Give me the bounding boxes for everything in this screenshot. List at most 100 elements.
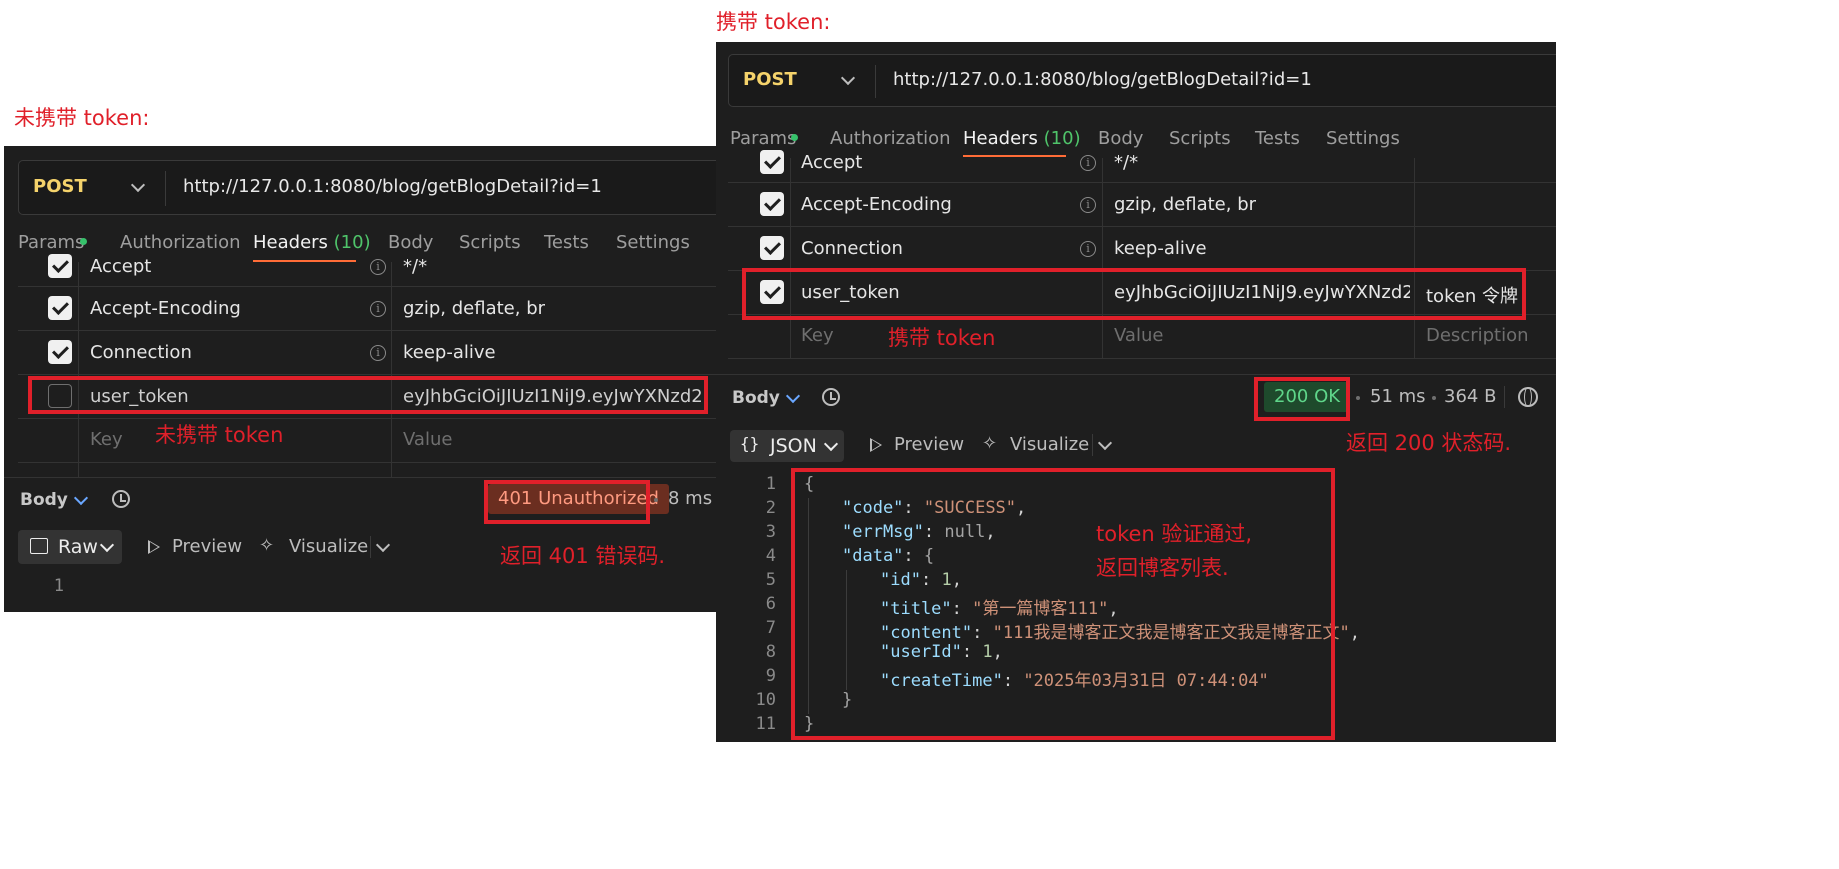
braces-icon: {}	[740, 434, 760, 453]
format-select[interactable]: Raw	[18, 530, 122, 564]
preview-button[interactable]: Preview	[894, 434, 964, 455]
col-divider	[1102, 158, 1103, 358]
json-errmsg: null	[944, 522, 986, 542]
key-placeholder[interactable]: Key	[801, 325, 834, 346]
annotation-401: 返回 401 错误码.	[500, 544, 666, 568]
header-key[interactable]: Accept-Encoding	[801, 194, 952, 215]
value-placeholder[interactable]: Value	[1114, 325, 1163, 346]
divider	[165, 171, 166, 206]
json-title: "第一篇博客111"	[972, 599, 1109, 619]
json-id: 1	[941, 570, 952, 590]
checkbox-checked-icon[interactable]	[48, 340, 72, 364]
header-key[interactable]: Accept	[90, 256, 151, 277]
description-placeholder[interactable]: Description	[1426, 325, 1529, 346]
json-line: "createTime": "2025年03月31日 07:44:04"	[880, 671, 1269, 691]
chevron-down-icon[interactable]	[840, 70, 856, 86]
checkbox-checked-icon[interactable]	[48, 254, 72, 278]
params-active-dot	[80, 238, 87, 245]
response-body-label[interactable]: Body	[20, 490, 68, 510]
header-key[interactable]: user_token	[801, 282, 900, 303]
row-divider	[18, 418, 717, 419]
checkbox-checked-icon[interactable]	[48, 296, 72, 320]
right-url-input[interactable]: http://127.0.0.1:8080/blog/getBlogDetail…	[893, 69, 1312, 90]
annotation-no-token: 未携带 token	[155, 423, 284, 447]
header-value[interactable]: keep-alive	[1114, 238, 1207, 259]
header-value[interactable]: */*	[403, 256, 427, 277]
visualize-button[interactable]: Visualize	[289, 536, 368, 557]
row-divider	[728, 182, 1556, 183]
line-number: 11	[755, 714, 776, 734]
tab-authorization[interactable]: Authorization	[120, 232, 241, 253]
section-divider	[4, 477, 717, 478]
header-description[interactable]: token 令牌	[1426, 282, 1518, 308]
info-icon[interactable]: i	[370, 345, 386, 361]
right-url-bar: POST http://127.0.0.1:8080/blog/getBlogD…	[728, 54, 1556, 107]
checkbox-checked-icon[interactable]	[760, 150, 784, 174]
header-value[interactable]: keep-alive	[403, 342, 496, 363]
response-body-label[interactable]: Body	[732, 388, 780, 408]
header-value[interactable]: eyJhbGciOiJIUzI1NiJ9.eyJwYXNzd29...	[1114, 282, 1410, 303]
tab-scripts[interactable]: Scripts	[459, 232, 521, 253]
tab-params[interactable]: Params	[18, 232, 84, 253]
checkbox-checked-icon[interactable]	[760, 236, 784, 260]
response-time: 51 ms	[1370, 386, 1426, 407]
tab-headers[interactable]: Headers (10)	[253, 232, 371, 253]
col-divider	[1414, 158, 1415, 358]
tab-body[interactable]: Body	[388, 232, 433, 253]
chevron-down-icon	[99, 537, 115, 553]
json-line: "content": "111我是博客正文我是博客正文我是博客正文",	[880, 623, 1361, 643]
left-url-input[interactable]: http://127.0.0.1:8080/blog/getBlogDetail…	[183, 176, 602, 197]
tab-settings[interactable]: Settings	[1326, 128, 1400, 149]
chevron-down-icon[interactable]	[785, 388, 801, 404]
row-divider	[18, 462, 717, 463]
right-method-select[interactable]: POST	[743, 69, 797, 90]
tab-params[interactable]: Params	[730, 128, 796, 149]
sparkle-icon: ✧	[259, 535, 275, 556]
json-line: "id": 1,	[880, 570, 962, 590]
header-value[interactable]: eyJhbGciOiJIUzI1NiJ9.eyJwYXNzd29...	[403, 386, 703, 407]
preview-button[interactable]: Preview	[172, 536, 242, 557]
header-key[interactable]: Connection	[801, 238, 903, 259]
col-divider	[391, 262, 392, 478]
info-icon[interactable]: i	[370, 301, 386, 317]
header-key[interactable]: Accept	[801, 152, 862, 173]
checkbox-unchecked-icon[interactable]	[48, 384, 72, 408]
row-divider	[18, 330, 717, 331]
chevron-down-icon[interactable]	[1097, 435, 1113, 451]
key-placeholder[interactable]: Key	[90, 429, 123, 450]
info-icon[interactable]: i	[1080, 197, 1096, 213]
checkbox-checked-icon[interactable]	[760, 280, 784, 304]
tab-tests[interactable]: Tests	[544, 232, 589, 253]
format-select[interactable]: {} JSON	[730, 430, 844, 462]
tab-tests[interactable]: Tests	[1255, 128, 1300, 149]
tab-body[interactable]: Body	[1098, 128, 1143, 149]
history-icon[interactable]	[822, 388, 840, 406]
checkbox-checked-icon[interactable]	[760, 192, 784, 216]
row-divider	[18, 374, 717, 375]
chevron-down-icon[interactable]	[73, 490, 89, 506]
divider	[875, 65, 876, 98]
header-value[interactable]: */*	[1114, 152, 1138, 173]
tab-authorization[interactable]: Authorization	[830, 128, 951, 149]
chevron-down-icon[interactable]	[375, 537, 391, 553]
info-icon[interactable]: i	[370, 259, 386, 275]
left-method-select[interactable]: POST	[33, 176, 87, 197]
info-icon[interactable]: i	[1080, 241, 1096, 257]
header-key[interactable]: Connection	[90, 342, 192, 363]
value-placeholder[interactable]: Value	[403, 429, 452, 450]
globe-icon[interactable]	[1518, 387, 1538, 407]
json-createtime: "2025年03月31日 07:44:04"	[1023, 671, 1269, 691]
header-value[interactable]: gzip, deflate, br	[1114, 194, 1256, 215]
tab-settings[interactable]: Settings	[616, 232, 690, 253]
info-icon[interactable]: i	[1080, 155, 1096, 171]
history-icon[interactable]	[112, 490, 130, 508]
tab-scripts[interactable]: Scripts	[1169, 128, 1231, 149]
tab-headers[interactable]: Headers (10)	[963, 128, 1081, 149]
header-value[interactable]: gzip, deflate, br	[403, 298, 545, 319]
header-key[interactable]: Accept-Encoding	[90, 298, 241, 319]
format-label: JSON	[770, 435, 817, 457]
chevron-down-icon[interactable]	[130, 177, 146, 193]
header-key[interactable]: user_token	[90, 386, 189, 407]
visualize-button[interactable]: Visualize	[1010, 434, 1089, 455]
col-divider	[790, 158, 791, 358]
